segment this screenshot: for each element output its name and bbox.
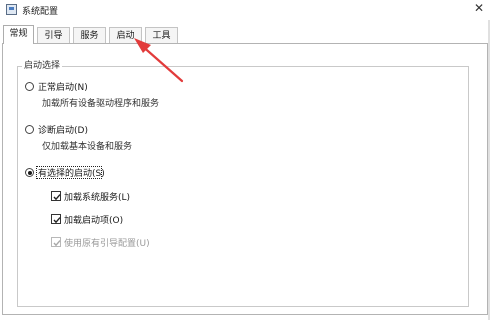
annotation-arrow-icon: [134, 38, 184, 83]
tab-general[interactable]: 常规: [3, 25, 34, 44]
